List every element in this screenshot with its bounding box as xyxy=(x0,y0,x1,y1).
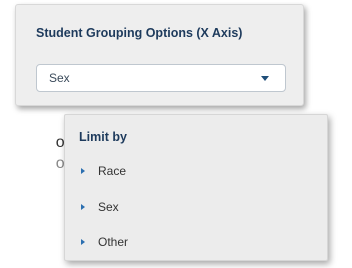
grouping-select[interactable]: Sex xyxy=(36,64,286,92)
stage: or or Student Grouping Options (X Axis) … xyxy=(0,0,352,268)
limit-by-title: Limit by xyxy=(79,130,127,144)
limit-by-item-label: Race xyxy=(98,164,127,178)
limit-by-panel: Limit by Race Sex Other xyxy=(64,114,328,261)
limit-by-item-sex[interactable]: Sex xyxy=(81,199,201,217)
chevron-down-icon xyxy=(261,76,269,81)
background-text: or or xyxy=(0,132,70,174)
expand-arrow-icon xyxy=(81,168,85,174)
limit-by-item-other[interactable]: Other xyxy=(81,234,201,252)
limit-by-item-race[interactable]: Race xyxy=(81,163,201,181)
background-text-line-1: or xyxy=(55,134,70,151)
limit-by-item-label: Other xyxy=(98,235,129,249)
grouping-options-panel: Student Grouping Options (X Axis) Sex xyxy=(15,4,304,106)
background-text-line-2: or xyxy=(55,155,70,172)
expand-arrow-icon xyxy=(81,239,85,245)
expand-arrow-icon xyxy=(81,204,85,210)
grouping-options-title: Student Grouping Options (X Axis) xyxy=(36,26,243,40)
grouping-select-value: Sex xyxy=(49,71,70,85)
limit-by-item-label: Sex xyxy=(98,200,119,214)
